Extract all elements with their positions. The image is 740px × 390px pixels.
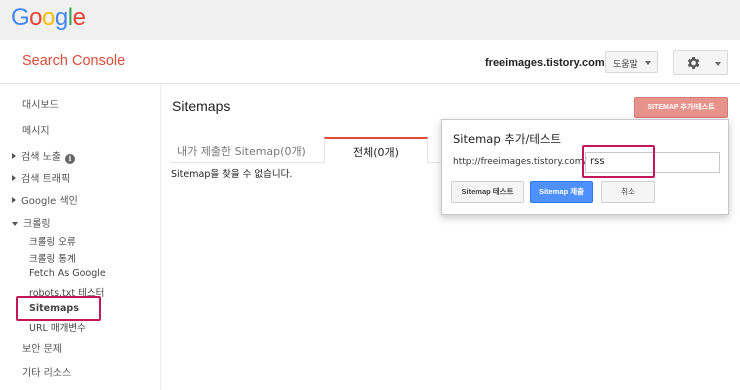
info-icon[interactable]: i	[64, 154, 75, 164]
page-title: Sitemaps	[172, 98, 231, 114]
sidebar: 대시보드 메시지 검색 노출 i 검색 트래픽 Google 색인 크롤링 크롤링…	[0, 84, 160, 390]
gear-icon	[687, 57, 700, 69]
expand-arrow-icon	[12, 197, 16, 203]
test-sitemap-button[interactable]: Sitemap 테스트	[451, 181, 524, 203]
sidebar-item-label: 검색 노출	[21, 152, 61, 163]
sidebar-item-crawl-stats[interactable]: 크롤링 통계	[29, 251, 76, 265]
sidebar-item-label: Google 색인	[21, 196, 78, 207]
help-button[interactable]: 도움말	[605, 51, 658, 73]
chevron-down-icon	[645, 61, 651, 65]
empty-message: Sitemap을 찾을 수 없습니다.	[171, 169, 293, 180]
google-logo[interactable]: Google	[11, 4, 86, 32]
input-highlight-box	[582, 145, 655, 178]
tab-all[interactable]: 전체(0개)	[324, 137, 428, 164]
sidebar-item-url-params[interactable]: URL 매개변수	[29, 320, 86, 334]
settings-button[interactable]	[673, 50, 728, 75]
sidebar-item-security[interactable]: 보안 문제	[22, 340, 62, 355]
add-sitemap-dialog: Sitemap 추가/테스트 http://freeimages.tistory…	[441, 119, 729, 215]
sidebar-divider	[160, 84, 161, 390]
submit-sitemap-button[interactable]: Sitemap 제출	[530, 181, 593, 203]
help-button-label: 도움말	[613, 60, 638, 70]
collapse-arrow-icon	[12, 222, 18, 226]
logo-letter: o	[29, 4, 43, 31]
tab-submitted-sitemaps[interactable]: 내가 제출한 Sitemap(0개)	[177, 137, 306, 163]
sidebar-item-other-resources[interactable]: 기타 리소스	[22, 364, 71, 379]
logo-letter: o	[42, 4, 55, 31]
sitemap-tabs: 내가 제출한 Sitemap(0개) 전체(0개)	[170, 137, 470, 164]
sidebar-item-crawl[interactable]: 크롤링	[12, 215, 51, 230]
sidebar-item-search-traffic[interactable]: 검색 트래픽	[12, 170, 70, 185]
cancel-button[interactable]: 취소	[601, 181, 655, 203]
dialog-title: Sitemap 추가/테스트	[453, 132, 562, 146]
sidebar-item-search-appearance[interactable]: 검색 노출 i	[12, 148, 75, 164]
logo-letter: e	[72, 4, 86, 31]
sidebar-item-fetch-as-google[interactable]: Fetch As Google	[29, 268, 106, 279]
site-name: freeimages.tistory.com	[485, 57, 605, 69]
logo-letter: G	[11, 4, 30, 31]
google-bar: Google	[0, 0, 740, 40]
sitemaps-highlight-box	[16, 296, 101, 321]
sidebar-item-label: 검색 트래픽	[21, 174, 71, 185]
app-title[interactable]: Search Console	[22, 53, 125, 69]
sidebar-item-crawl-errors[interactable]: 크롤링 오류	[29, 234, 76, 248]
chevron-down-icon	[715, 62, 721, 66]
logo-letter: g	[54, 4, 68, 31]
sidebar-item-label: 크롤링	[23, 219, 51, 230]
expand-arrow-icon	[12, 153, 16, 159]
sidebar-item-dashboard[interactable]: 대시보드	[22, 96, 59, 111]
sidebar-item-google-index[interactable]: Google 색인	[12, 192, 78, 207]
sidebar-item-messages[interactable]: 메시지	[22, 122, 50, 137]
expand-arrow-icon	[12, 175, 16, 181]
add-test-sitemap-button[interactable]: SITEMAP 추가/테스트	[634, 97, 728, 118]
url-prefix: http://freeimages.tistory.com/	[453, 157, 587, 167]
app-header: Search Console freeimages.tistory.com 도움…	[0, 40, 740, 84]
